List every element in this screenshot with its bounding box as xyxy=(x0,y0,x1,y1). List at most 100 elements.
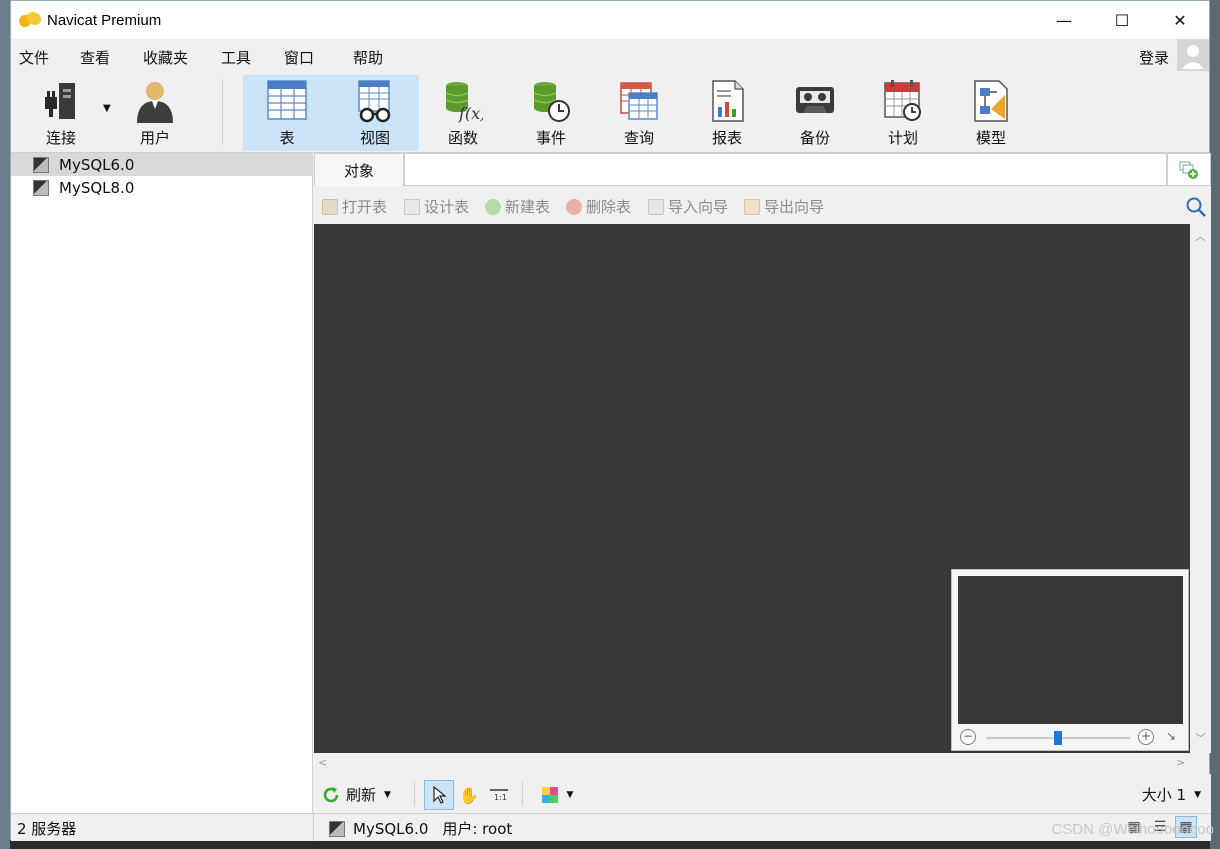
title-bar: Navicat Premium — ☐ ✕ xyxy=(11,1,1209,39)
tree-item-label: MySQL8.0 xyxy=(59,178,135,197)
csdn-watermark: CSDN @Weihoooooooo xyxy=(1051,821,1214,838)
design-table-button[interactable]: 设计表 xyxy=(404,196,469,217)
login-link[interactable]: 登录 xyxy=(1139,47,1169,68)
toolbar-model-button[interactable]: 模型 xyxy=(947,75,1035,151)
avatar[interactable] xyxy=(1177,39,1209,71)
new-tab-button[interactable] xyxy=(1167,153,1211,186)
cursor-icon xyxy=(433,786,447,804)
color-palette-icon xyxy=(541,787,558,803)
open-table-label: 打开表 xyxy=(342,198,388,216)
event-icon xyxy=(533,82,570,122)
zoom-slider-thumb[interactable] xyxy=(1054,731,1062,745)
status-divider xyxy=(313,814,314,841)
minimap-preview[interactable] xyxy=(958,576,1183,724)
backup-icon xyxy=(796,87,834,113)
toolbar-event-label: 事件 xyxy=(535,129,566,147)
menu-help[interactable]: 帮助 xyxy=(353,47,383,68)
delete-table-button[interactable]: 删除表 xyxy=(566,196,631,217)
schedule-icon xyxy=(884,80,921,121)
toolbar-table-label: 表 xyxy=(279,129,295,147)
model-icon xyxy=(974,80,1008,122)
toolbar-backup-button[interactable]: 备份 xyxy=(771,75,859,151)
actual-size-button[interactable]: 1:1 xyxy=(484,780,514,810)
search-icon[interactable] xyxy=(1185,196,1207,218)
open-table-button[interactable]: 打开表 xyxy=(322,196,387,217)
query-icon xyxy=(620,82,658,120)
mysql-connection-icon xyxy=(33,179,49,196)
toolbar-view-button[interactable]: 视图 xyxy=(331,75,419,151)
menu-favorites[interactable]: 收藏夹 xyxy=(143,47,188,68)
design-table-icon xyxy=(404,198,420,215)
scroll-up-icon[interactable]: ︿ xyxy=(1195,228,1206,244)
scroll-down-icon[interactable]: ﹀ xyxy=(1195,730,1206,746)
size-dropdown-icon[interactable]: ▼ xyxy=(1194,790,1201,800)
status-user: 用户: root xyxy=(442,820,513,838)
new-table-label: 新建表 xyxy=(505,198,551,216)
minimize-button[interactable]: — xyxy=(1035,1,1093,39)
connect-dropdown-icon[interactable]: ▼ xyxy=(103,103,111,114)
toolbar-query-label: 查询 xyxy=(623,129,654,147)
plug-icon xyxy=(45,83,75,119)
status-connection: MySQL6.0 用户: root xyxy=(329,818,512,839)
toolbar-user-label: 用户 xyxy=(139,129,170,147)
canvas-bottom-toolbar: 刷新 ▼ ✋ 1:1 ▼ 大小 1 ▼ xyxy=(314,774,1211,814)
design-table-label: 设计表 xyxy=(424,198,470,216)
mysql-connection-icon xyxy=(33,156,49,173)
actual-size-icon: 1:1 xyxy=(490,789,508,802)
toolbar-view-label: 视图 xyxy=(359,129,390,147)
import-wizard-button[interactable]: 导入向导 xyxy=(648,196,728,217)
toolbar-table-button[interactable]: 表 xyxy=(243,75,331,151)
user-icon xyxy=(137,82,173,123)
avatar-icon xyxy=(1177,39,1209,71)
hand-tool-button[interactable]: ✋ xyxy=(454,780,484,810)
size-selector[interactable]: 大小 1 ▼ xyxy=(1142,784,1201,805)
function-icon: f(x) xyxy=(445,82,483,123)
scroll-left-icon[interactable]: < xyxy=(318,756,327,769)
add-tab-icon xyxy=(1179,161,1198,179)
status-connection-label: MySQL6.0 xyxy=(353,819,429,838)
menu-tools[interactable]: 工具 xyxy=(221,47,251,68)
tree-item-mysql6[interactable]: MySQL6.0 xyxy=(11,153,313,176)
close-button[interactable]: ✕ xyxy=(1151,1,1209,39)
import-icon xyxy=(648,198,664,215)
scroll-right-icon[interactable]: > xyxy=(1176,756,1185,769)
connection-tree: MySQL6.0 MySQL8.0 xyxy=(11,153,313,813)
toolbar-model-label: 模型 xyxy=(975,129,1006,147)
tab-object[interactable]: 对象 xyxy=(314,153,404,186)
zoom-out-button[interactable]: − xyxy=(960,729,976,745)
tree-item-label: MySQL6.0 xyxy=(59,155,135,174)
pointer-tool-button[interactable] xyxy=(424,780,454,810)
toolbar-query-button[interactable]: 查询 xyxy=(595,75,683,151)
toolbar-function-button[interactable]: f(x) 函数 xyxy=(419,75,507,151)
zoom-control: − + ↘ xyxy=(952,726,1188,750)
vertical-scrollbar[interactable]: ︿ ﹀ xyxy=(1190,224,1211,753)
toolbar-report-button[interactable]: 报表 xyxy=(683,75,771,151)
refresh-dropdown-icon[interactable]: ▼ xyxy=(384,790,391,800)
toolbar-backup-label: 备份 xyxy=(799,129,830,147)
table-icon xyxy=(267,80,307,120)
resize-corner-icon[interactable]: ↘ xyxy=(1166,729,1176,743)
export-wizard-button[interactable]: 导出向导 xyxy=(744,196,824,217)
status-bar: 2 服务器 MySQL6.0 用户: root ▦ ☰ ▦ xyxy=(11,813,1211,841)
refresh-button[interactable]: 刷新 ▼ xyxy=(322,784,391,805)
toolbar-user-button[interactable]: 用户 xyxy=(111,75,199,151)
import-wizard-label: 导入向导 xyxy=(668,198,729,216)
server-count: 2 服务器 xyxy=(17,820,77,838)
toolbar-schedule-button[interactable]: 计划 xyxy=(859,75,947,151)
color-picker-button[interactable]: ▼ xyxy=(534,780,580,810)
report-icon xyxy=(712,80,744,122)
maximize-button[interactable]: ☐ xyxy=(1093,1,1151,39)
toolbar-connect-button[interactable]: ▼ 连接 xyxy=(17,75,111,151)
toolbar-event-button[interactable]: 事件 xyxy=(507,75,595,151)
zoom-in-button[interactable]: + xyxy=(1138,729,1154,745)
menu-window[interactable]: 窗口 xyxy=(284,47,314,68)
toolbar-separator xyxy=(222,79,223,145)
new-table-button[interactable]: 新建表 xyxy=(485,196,550,217)
horizontal-scrollbar[interactable]: < > xyxy=(314,753,1190,774)
hand-icon: ✋ xyxy=(459,785,479,805)
menu-view[interactable]: 查看 xyxy=(80,47,110,68)
navicat-logo-icon xyxy=(19,12,41,28)
tree-item-mysql8[interactable]: MySQL8.0 xyxy=(11,176,313,199)
toolbar-report-label: 报表 xyxy=(711,129,742,147)
menu-file[interactable]: 文件 xyxy=(19,47,49,68)
